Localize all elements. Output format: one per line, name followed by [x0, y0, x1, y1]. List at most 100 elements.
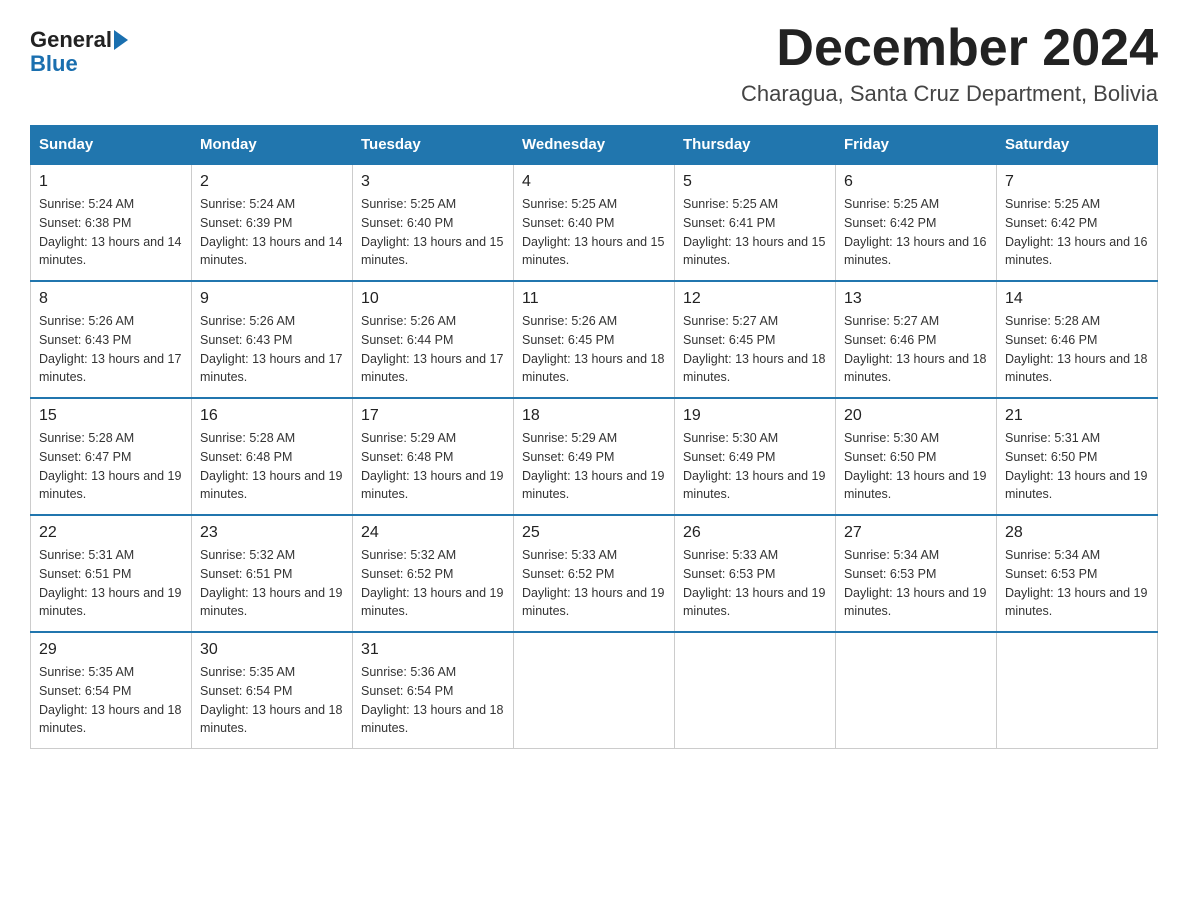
calendar-cell	[836, 632, 997, 749]
day-number: 20	[844, 407, 988, 425]
day-info: Sunrise: 5:24 AMSunset: 6:39 PMDaylight:…	[200, 197, 342, 267]
title-area: December 2024 Charagua, Santa Cruz Depar…	[741, 20, 1158, 107]
calendar-cell	[997, 632, 1158, 749]
logo: General Blue	[30, 28, 128, 76]
day-info: Sunrise: 5:33 AMSunset: 6:52 PMDaylight:…	[522, 548, 664, 618]
day-number: 31	[361, 641, 505, 659]
calendar-cell: 31 Sunrise: 5:36 AMSunset: 6:54 PMDaylig…	[353, 632, 514, 749]
day-info: Sunrise: 5:32 AMSunset: 6:51 PMDaylight:…	[200, 548, 342, 618]
calendar-week-row: 15 Sunrise: 5:28 AMSunset: 6:47 PMDaylig…	[31, 398, 1158, 515]
day-number: 28	[1005, 524, 1149, 542]
day-info: Sunrise: 5:27 AMSunset: 6:46 PMDaylight:…	[844, 314, 986, 384]
calendar-header-thursday: Thursday	[675, 126, 836, 165]
day-number: 14	[1005, 290, 1149, 308]
day-info: Sunrise: 5:28 AMSunset: 6:46 PMDaylight:…	[1005, 314, 1147, 384]
day-info: Sunrise: 5:25 AMSunset: 6:42 PMDaylight:…	[844, 197, 986, 267]
day-number: 1	[39, 173, 183, 191]
day-number: 29	[39, 641, 183, 659]
day-number: 21	[1005, 407, 1149, 425]
calendar-cell: 26 Sunrise: 5:33 AMSunset: 6:53 PMDaylig…	[675, 515, 836, 632]
calendar-header-tuesday: Tuesday	[353, 126, 514, 165]
calendar-cell: 18 Sunrise: 5:29 AMSunset: 6:49 PMDaylig…	[514, 398, 675, 515]
day-number: 19	[683, 407, 827, 425]
day-info: Sunrise: 5:29 AMSunset: 6:48 PMDaylight:…	[361, 431, 503, 501]
day-number: 12	[683, 290, 827, 308]
day-info: Sunrise: 5:25 AMSunset: 6:40 PMDaylight:…	[522, 197, 664, 267]
calendar-cell: 16 Sunrise: 5:28 AMSunset: 6:48 PMDaylig…	[192, 398, 353, 515]
logo-general: General	[30, 28, 112, 52]
day-info: Sunrise: 5:26 AMSunset: 6:43 PMDaylight:…	[200, 314, 342, 384]
day-info: Sunrise: 5:35 AMSunset: 6:54 PMDaylight:…	[39, 665, 181, 735]
calendar-header-wednesday: Wednesday	[514, 126, 675, 165]
calendar-cell: 29 Sunrise: 5:35 AMSunset: 6:54 PMDaylig…	[31, 632, 192, 749]
day-number: 10	[361, 290, 505, 308]
day-number: 13	[844, 290, 988, 308]
calendar-header-row: SundayMondayTuesdayWednesdayThursdayFrid…	[31, 126, 1158, 165]
calendar-header-sunday: Sunday	[31, 126, 192, 165]
day-info: Sunrise: 5:32 AMSunset: 6:52 PMDaylight:…	[361, 548, 503, 618]
calendar-cell	[675, 632, 836, 749]
day-info: Sunrise: 5:28 AMSunset: 6:47 PMDaylight:…	[39, 431, 181, 501]
day-info: Sunrise: 5:25 AMSunset: 6:42 PMDaylight:…	[1005, 197, 1147, 267]
day-info: Sunrise: 5:30 AMSunset: 6:49 PMDaylight:…	[683, 431, 825, 501]
calendar-cell: 27 Sunrise: 5:34 AMSunset: 6:53 PMDaylig…	[836, 515, 997, 632]
day-info: Sunrise: 5:31 AMSunset: 6:51 PMDaylight:…	[39, 548, 181, 618]
day-number: 6	[844, 173, 988, 191]
calendar-cell: 20 Sunrise: 5:30 AMSunset: 6:50 PMDaylig…	[836, 398, 997, 515]
calendar-cell: 22 Sunrise: 5:31 AMSunset: 6:51 PMDaylig…	[31, 515, 192, 632]
calendar-cell: 28 Sunrise: 5:34 AMSunset: 6:53 PMDaylig…	[997, 515, 1158, 632]
calendar-cell: 11 Sunrise: 5:26 AMSunset: 6:45 PMDaylig…	[514, 281, 675, 398]
logo-triangle-icon	[114, 30, 128, 50]
calendar-cell: 24 Sunrise: 5:32 AMSunset: 6:52 PMDaylig…	[353, 515, 514, 632]
day-number: 7	[1005, 173, 1149, 191]
calendar-table: SundayMondayTuesdayWednesdayThursdayFrid…	[30, 125, 1158, 749]
day-number: 5	[683, 173, 827, 191]
day-info: Sunrise: 5:36 AMSunset: 6:54 PMDaylight:…	[361, 665, 503, 735]
day-info: Sunrise: 5:24 AMSunset: 6:38 PMDaylight:…	[39, 197, 181, 267]
day-number: 27	[844, 524, 988, 542]
calendar-cell: 9 Sunrise: 5:26 AMSunset: 6:43 PMDayligh…	[192, 281, 353, 398]
page-header: General Blue December 2024 Charagua, San…	[30, 20, 1158, 107]
day-info: Sunrise: 5:26 AMSunset: 6:45 PMDaylight:…	[522, 314, 664, 384]
calendar-cell: 12 Sunrise: 5:27 AMSunset: 6:45 PMDaylig…	[675, 281, 836, 398]
calendar-cell: 21 Sunrise: 5:31 AMSunset: 6:50 PMDaylig…	[997, 398, 1158, 515]
calendar-header-monday: Monday	[192, 126, 353, 165]
calendar-cell: 4 Sunrise: 5:25 AMSunset: 6:40 PMDayligh…	[514, 164, 675, 281]
day-number: 16	[200, 407, 344, 425]
calendar-cell: 3 Sunrise: 5:25 AMSunset: 6:40 PMDayligh…	[353, 164, 514, 281]
day-info: Sunrise: 5:35 AMSunset: 6:54 PMDaylight:…	[200, 665, 342, 735]
page-subtitle: Charagua, Santa Cruz Department, Bolivia	[741, 81, 1158, 107]
calendar-cell: 13 Sunrise: 5:27 AMSunset: 6:46 PMDaylig…	[836, 281, 997, 398]
day-number: 4	[522, 173, 666, 191]
calendar-cell: 23 Sunrise: 5:32 AMSunset: 6:51 PMDaylig…	[192, 515, 353, 632]
day-number: 30	[200, 641, 344, 659]
calendar-cell: 25 Sunrise: 5:33 AMSunset: 6:52 PMDaylig…	[514, 515, 675, 632]
calendar-cell: 2 Sunrise: 5:24 AMSunset: 6:39 PMDayligh…	[192, 164, 353, 281]
day-info: Sunrise: 5:27 AMSunset: 6:45 PMDaylight:…	[683, 314, 825, 384]
day-info: Sunrise: 5:34 AMSunset: 6:53 PMDaylight:…	[844, 548, 986, 618]
calendar-cell: 8 Sunrise: 5:26 AMSunset: 6:43 PMDayligh…	[31, 281, 192, 398]
day-number: 17	[361, 407, 505, 425]
calendar-header-friday: Friday	[836, 126, 997, 165]
day-number: 8	[39, 290, 183, 308]
calendar-cell: 1 Sunrise: 5:24 AMSunset: 6:38 PMDayligh…	[31, 164, 192, 281]
day-number: 9	[200, 290, 344, 308]
calendar-cell: 17 Sunrise: 5:29 AMSunset: 6:48 PMDaylig…	[353, 398, 514, 515]
day-info: Sunrise: 5:25 AMSunset: 6:41 PMDaylight:…	[683, 197, 825, 267]
calendar-cell: 7 Sunrise: 5:25 AMSunset: 6:42 PMDayligh…	[997, 164, 1158, 281]
day-number: 22	[39, 524, 183, 542]
day-info: Sunrise: 5:29 AMSunset: 6:49 PMDaylight:…	[522, 431, 664, 501]
day-info: Sunrise: 5:33 AMSunset: 6:53 PMDaylight:…	[683, 548, 825, 618]
day-info: Sunrise: 5:26 AMSunset: 6:43 PMDaylight:…	[39, 314, 181, 384]
day-number: 3	[361, 173, 505, 191]
calendar-cell: 10 Sunrise: 5:26 AMSunset: 6:44 PMDaylig…	[353, 281, 514, 398]
day-number: 23	[200, 524, 344, 542]
calendar-cell: 6 Sunrise: 5:25 AMSunset: 6:42 PMDayligh…	[836, 164, 997, 281]
day-info: Sunrise: 5:25 AMSunset: 6:40 PMDaylight:…	[361, 197, 503, 267]
day-number: 2	[200, 173, 344, 191]
calendar-cell: 15 Sunrise: 5:28 AMSunset: 6:47 PMDaylig…	[31, 398, 192, 515]
day-info: Sunrise: 5:34 AMSunset: 6:53 PMDaylight:…	[1005, 548, 1147, 618]
day-number: 26	[683, 524, 827, 542]
day-info: Sunrise: 5:30 AMSunset: 6:50 PMDaylight:…	[844, 431, 986, 501]
calendar-week-row: 1 Sunrise: 5:24 AMSunset: 6:38 PMDayligh…	[31, 164, 1158, 281]
